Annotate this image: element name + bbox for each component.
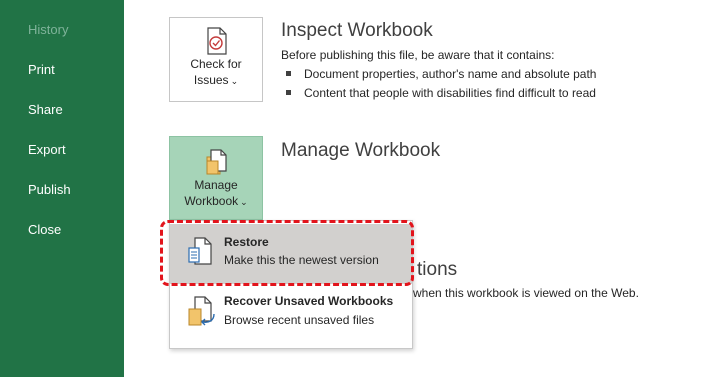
- recover-unsaved-title: Recover Unsaved Workbooks: [224, 294, 394, 308]
- manage-workbook-label-2: Workbook ⌄: [184, 194, 248, 208]
- menu-item-restore[interactable]: Restore Make this the newest version: [170, 224, 412, 284]
- inspect-description: Before publishing this file, be aware th…: [281, 48, 555, 62]
- chevron-down-icon: ⌄: [240, 197, 248, 207]
- nav-publish[interactable]: Publish: [28, 182, 71, 197]
- bullet-icon: [286, 71, 291, 77]
- restore-document-icon: [188, 237, 212, 265]
- check-for-issues-label-2: Issues ⌄: [193, 73, 239, 87]
- recover-unsaved-subtitle: Browse recent unsaved files: [224, 313, 375, 327]
- backstage-sidebar: History Print Share Export Publish Close: [0, 0, 124, 377]
- check-for-issues-button[interactable]: Check for Issues ⌄: [169, 17, 263, 102]
- nav-export[interactable]: Export: [28, 142, 66, 157]
- inspect-bullet-2: Content that people with disabilities fi…: [286, 86, 596, 100]
- inspect-workbook-title: Inspect Workbook: [281, 20, 433, 41]
- nav-history[interactable]: History: [28, 22, 68, 37]
- manage-workbook-title: Manage Workbook: [281, 140, 441, 161]
- manage-workbook-button[interactable]: Manage Workbook ⌄: [169, 136, 263, 220]
- menu-item-recover-unsaved[interactable]: Recover Unsaved Workbooks Browse recent …: [170, 287, 412, 347]
- nav-share[interactable]: Share: [28, 102, 63, 117]
- bullet-icon: [286, 90, 291, 96]
- nav-print[interactable]: Print: [28, 62, 55, 77]
- chevron-down-icon: ⌄: [230, 76, 239, 86]
- manage-workbook-label-1: Manage: [194, 178, 238, 192]
- inspect-bullet-1: Document properties, author's name and a…: [286, 67, 596, 81]
- manage-workbook-icon: [206, 149, 227, 175]
- check-document-icon: [207, 27, 227, 55]
- manage-workbook-menu: Restore Make this the newest version Rec…: [169, 220, 413, 349]
- check-for-issues-label-1: Check for: [190, 57, 242, 71]
- restore-title: Restore: [224, 235, 269, 249]
- browser-view-title-fragment: tions: [417, 259, 458, 280]
- browser-view-description-fragment: when this workbook is viewed on the Web.: [413, 286, 639, 300]
- recover-folder-icon: [188, 296, 215, 326]
- restore-subtitle: Make this the newest version: [224, 253, 379, 267]
- nav-close[interactable]: Close: [28, 222, 61, 237]
